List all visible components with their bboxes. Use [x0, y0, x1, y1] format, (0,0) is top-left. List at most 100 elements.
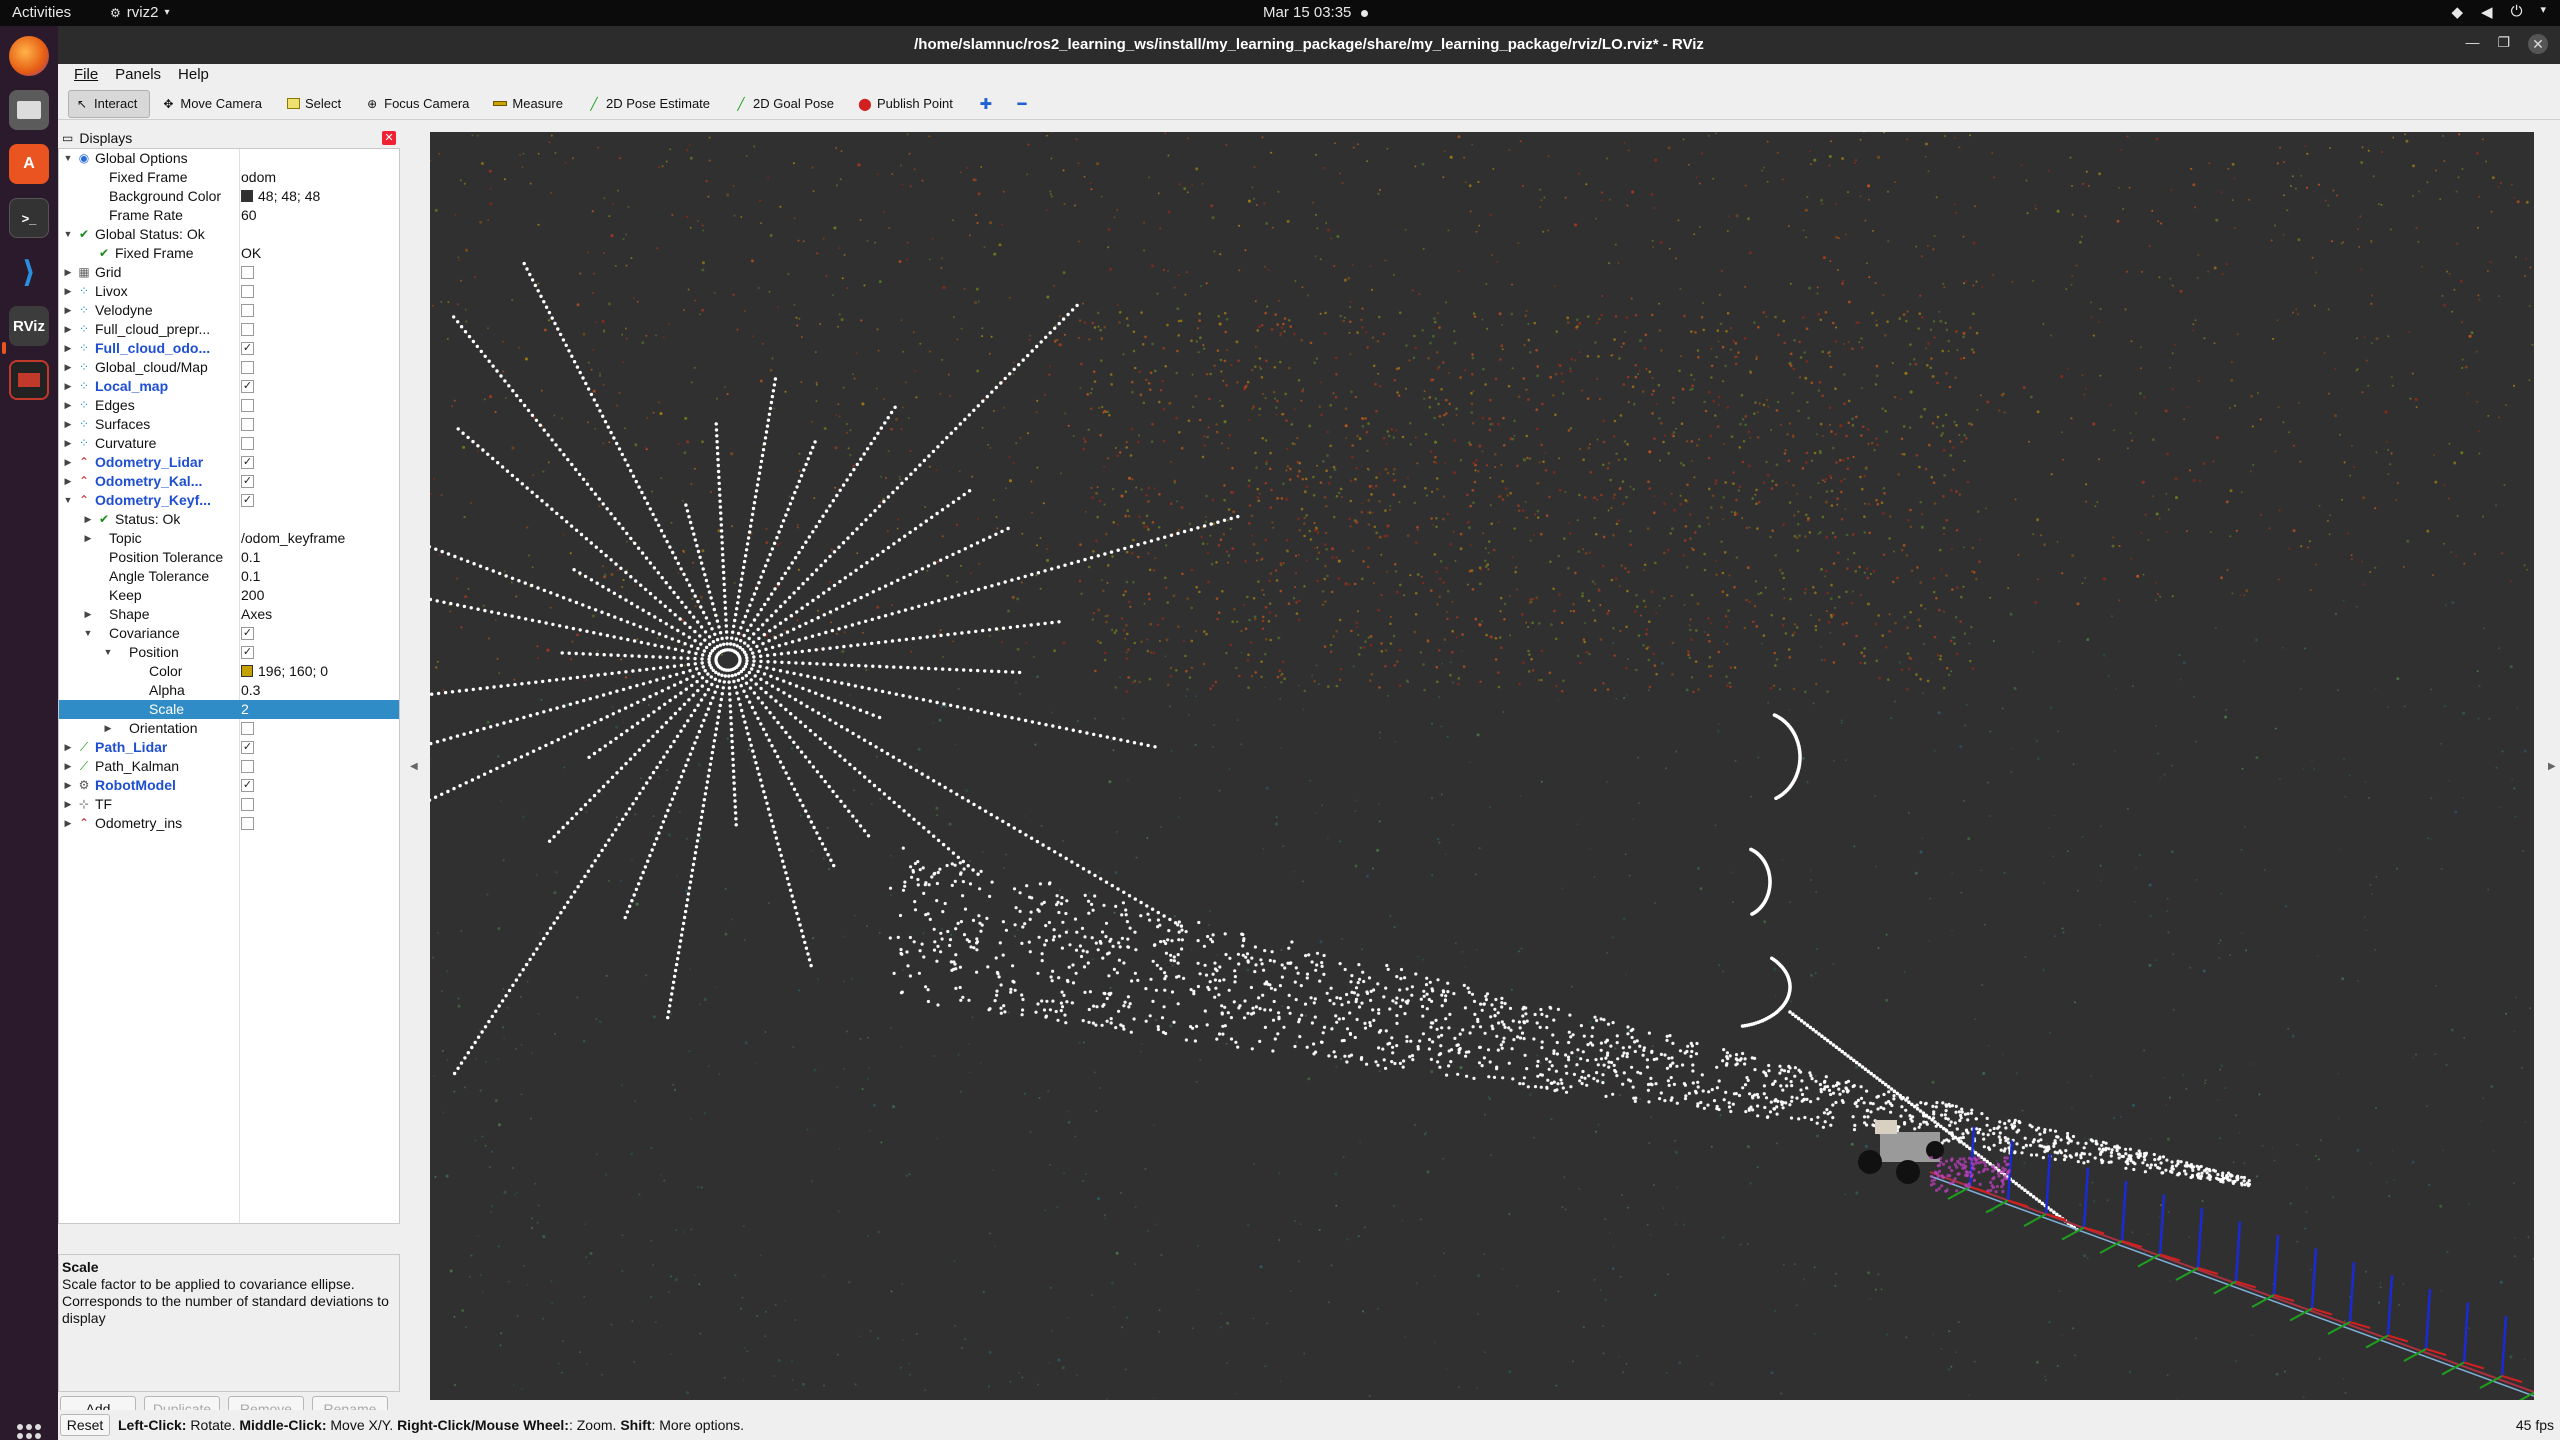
display-row[interactable]: ▶ ⁘ Edges	[59, 396, 399, 415]
display-row[interactable]: ▶ Orientation	[59, 719, 399, 738]
rviz-icon[interactable]: RViz	[9, 306, 49, 346]
display-row[interactable]: ▶ ⟋ Path_Kalman	[59, 757, 399, 776]
display-row-value[interactable]: OK	[241, 244, 261, 263]
display-row[interactable]: ▶ ⚙ RobotModel ✓	[59, 776, 399, 795]
display-row[interactable]: Keep 200	[59, 586, 399, 605]
display-row[interactable]: ▼ Covariance ✓	[59, 624, 399, 643]
clock[interactable]: Mar 15 03:35	[1263, 4, 1369, 21]
activities-button[interactable]: Activities	[12, 4, 71, 21]
display-row[interactable]: Scale 2	[59, 700, 399, 719]
display-enable-checkbox[interactable]	[241, 361, 254, 374]
expand-down-icon[interactable]: ▼	[103, 643, 113, 662]
display-enable-checkbox[interactable]	[241, 304, 254, 317]
collapse-left-icon[interactable]: ◀	[410, 761, 418, 772]
files-icon[interactable]	[9, 90, 49, 130]
menu-help[interactable]: Help	[170, 64, 218, 86]
menu-file[interactable]: File	[66, 64, 107, 86]
expand-right-icon[interactable]: ▶	[63, 814, 73, 833]
display-enable-checkbox[interactable]: ✓	[241, 456, 254, 469]
display-row[interactable]: ▶ Topic/odom_keyframe	[59, 529, 399, 548]
tool-interact[interactable]: ↖ Interact	[68, 89, 151, 118]
display-row[interactable]: Background Color 48; 48; 48	[59, 187, 399, 206]
display-row-value[interactable]: 200	[241, 586, 264, 605]
display-row[interactable]: ▶ ⁘ Full_cloud_prepr...	[59, 320, 399, 339]
display-row-value[interactable]: 2	[241, 700, 249, 719]
display-row[interactable]: ▼ ⌃ Odometry_Keyf... ✓	[59, 491, 399, 510]
displays-panel-header[interactable]: ▭ Displays ✕	[58, 128, 400, 148]
display-row-value[interactable]: 196; 160; 0	[241, 662, 328, 681]
expand-right-icon[interactable]: ▶	[83, 510, 93, 529]
tool-2d-goal-pose[interactable]: ╱ 2D Goal Pose	[727, 90, 847, 118]
close-panel-icon[interactable]: ✕	[382, 131, 396, 145]
display-row-value[interactable]: odom	[241, 168, 276, 187]
display-enable-checkbox[interactable]	[241, 266, 254, 279]
display-row[interactable]: ▶ ⁘ Velodyne	[59, 301, 399, 320]
display-row[interactable]: ▶ ⊹ TF	[59, 795, 399, 814]
expand-right-icon[interactable]: ▶	[63, 453, 73, 472]
display-enable-checkbox[interactable]: ✓	[241, 380, 254, 393]
display-row-value[interactable]: /odom_keyframe	[241, 529, 345, 548]
display-enable-checkbox[interactable]	[241, 418, 254, 431]
minimize-icon[interactable]: —	[2465, 34, 2479, 54]
display-row[interactable]: ▼ ✔ Global Status: Ok	[59, 225, 399, 244]
expand-down-icon[interactable]: ▼	[63, 149, 73, 168]
tool-move-camera[interactable]: ✥ Move Camera	[154, 90, 275, 118]
display-row-value[interactable]: 0.1	[241, 567, 260, 586]
display-enable-checkbox[interactable]: ✓	[241, 779, 254, 792]
expand-right-icon[interactable]: ▶	[63, 301, 73, 320]
close-icon[interactable]: ✕	[2528, 34, 2548, 54]
display-row[interactable]: Color 196; 160; 0	[59, 662, 399, 681]
display-row[interactable]: ▶ ⁘ Curvature	[59, 434, 399, 453]
expand-right-icon[interactable]: ▶	[83, 605, 93, 624]
expand-right-icon[interactable]: ▶	[63, 282, 73, 301]
collapse-right-icon[interactable]: ▶	[2548, 761, 2556, 772]
expand-down-icon[interactable]: ▼	[83, 624, 93, 643]
tool-focus-camera[interactable]: ⊕ Focus Camera	[358, 90, 482, 118]
terminal-icon[interactable]: >_	[9, 198, 49, 238]
expand-right-icon[interactable]: ▶	[63, 415, 73, 434]
display-enable-checkbox[interactable]	[241, 285, 254, 298]
render-3d-view[interactable]	[430, 132, 2534, 1400]
display-row[interactable]: ▼ Position ✓	[59, 643, 399, 662]
display-row-value[interactable]: 48; 48; 48	[241, 187, 320, 206]
display-row[interactable]: Alpha 0.3	[59, 681, 399, 700]
expand-right-icon[interactable]: ▶	[63, 795, 73, 814]
display-row[interactable]: ▶ ⁘ Full_cloud_odo... ✓	[59, 339, 399, 358]
window-titlebar[interactable]: /home/slamnuc/ros2_learning_ws/install/m…	[58, 26, 2560, 64]
system-monitor-icon[interactable]	[9, 360, 49, 400]
display-row-value[interactable]: 60	[241, 206, 257, 225]
expand-right-icon[interactable]: ▶	[63, 472, 73, 491]
tool-select[interactable]: Select	[279, 90, 354, 118]
display-enable-checkbox[interactable]	[241, 760, 254, 773]
tool-publish-point[interactable]: ⬤ Publish Point	[851, 90, 966, 118]
display-enable-checkbox[interactable]: ✓	[241, 475, 254, 488]
expand-right-icon[interactable]: ▶	[63, 263, 73, 282]
software-center-icon[interactable]: A	[9, 144, 49, 184]
display-enable-checkbox[interactable]	[241, 798, 254, 811]
menu-panels[interactable]: Panels	[107, 64, 170, 86]
display-enable-checkbox[interactable]	[241, 722, 254, 735]
display-row[interactable]: Position Tolerance 0.1	[59, 548, 399, 567]
display-row[interactable]: ▶ ⁘ Local_map ✓	[59, 377, 399, 396]
display-row[interactable]: ▶ ⟋ Path_Lidar ✓	[59, 738, 399, 757]
display-row[interactable]: ▶ ⌃ Odometry_Kal... ✓	[59, 472, 399, 491]
display-row-value[interactable]: Axes	[241, 605, 272, 624]
displays-tree[interactable]: ▼ ◉ Global Options Fixed Frame odom Backgroun…	[58, 148, 400, 1224]
expand-right-icon[interactable]: ▶	[63, 339, 73, 358]
expand-right-icon[interactable]: ▶	[63, 377, 73, 396]
display-row[interactable]: ▶ ⁘ Livox	[59, 282, 399, 301]
expand-down-icon[interactable]: ▼	[63, 225, 73, 244]
tool-2d-pose-estimate[interactable]: ╱ 2D Pose Estimate	[580, 90, 723, 118]
display-row[interactable]: ✔ Fixed Frame OK	[59, 244, 399, 263]
display-row[interactable]: Frame Rate 60	[59, 206, 399, 225]
display-enable-checkbox[interactable]: ✓	[241, 627, 254, 640]
expand-right-icon[interactable]: ▶	[63, 776, 73, 795]
display-row-value[interactable]: 0.1	[241, 548, 260, 567]
add-tool-button[interactable]: ✚	[970, 90, 1002, 118]
display-row[interactable]: ▶ ▦ Grid	[59, 263, 399, 282]
display-row[interactable]: Angle Tolerance 0.1	[59, 567, 399, 586]
expand-right-icon[interactable]: ▶	[63, 358, 73, 377]
display-enable-checkbox[interactable]: ✓	[241, 494, 254, 507]
app-menu[interactable]: ⚙ rviz2 ▾	[110, 4, 169, 21]
display-enable-checkbox[interactable]	[241, 437, 254, 450]
